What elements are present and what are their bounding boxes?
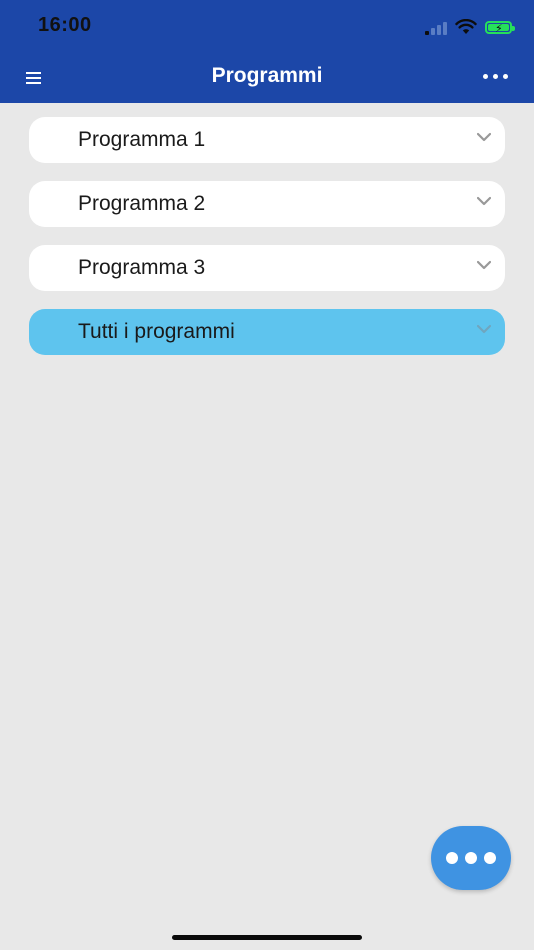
wifi-icon: [455, 19, 477, 34]
program-item-label: Programma 1: [78, 128, 206, 151]
chevron-down-icon: [477, 260, 491, 270]
fab-dot: [446, 852, 458, 864]
status-icons: ⚡: [425, 16, 515, 38]
fab-dot: [484, 852, 496, 864]
program-item-1[interactable]: Programma 1: [29, 117, 505, 163]
hamburger-menu-icon[interactable]: [26, 72, 41, 85]
cellular-signal-icon: [425, 19, 447, 35]
fab-dot: [465, 852, 477, 864]
chevron-down-icon: [477, 196, 491, 206]
program-item-2[interactable]: Programma 2: [29, 181, 505, 227]
more-options-button[interactable]: [483, 74, 508, 79]
page-title: Programmi: [211, 64, 323, 87]
program-item-label: Tutti i programmi: [78, 320, 235, 343]
battery-charging-icon: ⚡: [485, 20, 515, 35]
status-time: 16:00: [38, 14, 92, 36]
home-indicator[interactable]: [172, 935, 362, 940]
program-list: Programma 1 Programma 2 Programma 3 Tutt…: [29, 117, 505, 373]
program-item-label: Programma 3: [78, 256, 206, 279]
app-header: 16:00 ⚡ Programmi: [0, 0, 534, 103]
program-item-label: Programma 2: [78, 192, 206, 215]
program-item-3[interactable]: Programma 3: [29, 245, 505, 291]
chevron-down-icon: [477, 132, 491, 142]
chevron-down-icon: [477, 324, 491, 334]
program-item-all[interactable]: Tutti i programmi: [29, 309, 505, 355]
fab-more-button[interactable]: [431, 826, 511, 890]
